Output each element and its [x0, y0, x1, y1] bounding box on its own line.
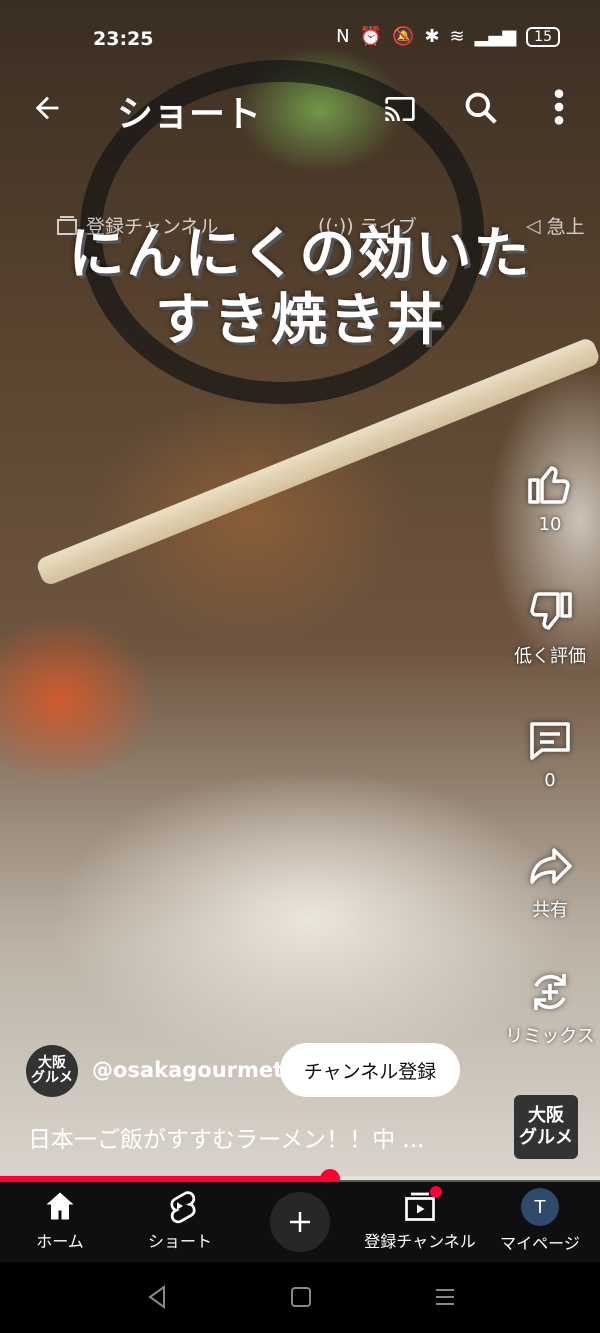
share-icon: [530, 848, 572, 884]
caption-line: にんにくの効いた: [68, 222, 532, 287]
dislike-button[interactable]: 低く評価: [500, 588, 600, 668]
back-triangle-icon[interactable]: [146, 1284, 168, 1310]
nav-home[interactable]: ホーム: [0, 1188, 125, 1252]
alarm-icon: ⏰: [359, 26, 383, 47]
nav-profile[interactable]: T マイページ: [475, 1188, 600, 1254]
bottom-navigation: ホーム ショート 登録チャンネル T マイページ: [0, 1182, 600, 1262]
thumbs-down-icon: [530, 592, 572, 630]
shorts-icon: [170, 1191, 196, 1224]
home-square-icon[interactable]: [290, 1286, 312, 1308]
nav-subscriptions[interactable]: 登録チャンネル: [355, 1186, 485, 1252]
share-button[interactable]: 共有: [500, 842, 600, 922]
subscribe-button[interactable]: チャンネル登録: [280, 1043, 460, 1097]
create-button[interactable]: [270, 1192, 330, 1252]
nav-shorts-label: ショート: [147, 1232, 212, 1251]
status-icons: N ⏰ 🔕 ✱ ≋ ▂▄▆ 15: [336, 26, 560, 47]
channel-watermark: 大阪 グルメ: [514, 1095, 578, 1159]
share-label: 共有: [532, 900, 568, 921]
dislike-label: 低く評価: [514, 646, 586, 667]
comments-button[interactable]: 0: [500, 716, 600, 791]
page-title: ショート: [117, 94, 262, 135]
channel-handle[interactable]: @osakagourmet: [92, 1058, 283, 1082]
status-bar: 23:25 N ⏰ 🔕 ✱ ≋ ▂▄▆ 15: [0, 0, 600, 80]
search-icon[interactable]: [462, 89, 500, 131]
channel-row: 大阪 グルメ @osakagourmet チャンネル登録: [26, 1043, 586, 1099]
subscriptions-icon-wrap: [402, 1186, 442, 1224]
video-overlay-caption: にんにくの効いた すき焼き丼: [0, 222, 600, 354]
watermark-text: 大阪 グルメ: [519, 1105, 573, 1148]
thumbs-up-icon: [528, 466, 570, 504]
status-time: 23:25: [93, 28, 154, 50]
channel-avatar[interactable]: 大阪 グルメ: [26, 1045, 78, 1097]
recents-menu-icon[interactable]: [434, 1286, 456, 1308]
nav-home-label: ホーム: [36, 1232, 84, 1251]
wifi-icon: ≋: [449, 26, 465, 47]
caption-line: すき焼き丼: [155, 288, 445, 353]
plus-icon: [290, 1212, 310, 1232]
signal-icon: ▂▄▆: [474, 26, 517, 47]
notification-dot: [430, 1186, 442, 1198]
comment-count: 0: [544, 770, 556, 791]
nav-profile-label: マイページ: [500, 1234, 580, 1253]
nav-shorts[interactable]: ショート: [115, 1188, 245, 1252]
mute-icon: 🔕: [392, 26, 415, 47]
system-navigation-bar: [0, 1262, 600, 1333]
remix-button[interactable]: リミックス: [500, 968, 600, 1048]
profile-avatar: T: [521, 1188, 559, 1226]
nav-subscriptions-label: 登録チャンネル: [364, 1232, 476, 1251]
bluetooth-icon: ✱: [424, 26, 440, 47]
nfc-icon: N: [336, 26, 350, 47]
like-count: 10: [538, 514, 562, 535]
cast-icon[interactable]: [382, 93, 418, 129]
battery-icon: 15: [526, 26, 560, 47]
like-button[interactable]: 10: [500, 460, 600, 535]
remix-icon: [534, 974, 566, 1010]
home-icon: [46, 1192, 74, 1220]
back-arrow-icon[interactable]: [30, 91, 64, 129]
comment-icon: [530, 722, 570, 760]
channel-avatar-text: 大阪 グルメ: [31, 1055, 73, 1086]
top-app-bar: ショート: [0, 75, 600, 145]
video-description[interactable]: 日本一ご飯がすすむラーメン！！中 ...: [28, 1120, 498, 1154]
more-vert-icon[interactable]: [552, 87, 566, 131]
